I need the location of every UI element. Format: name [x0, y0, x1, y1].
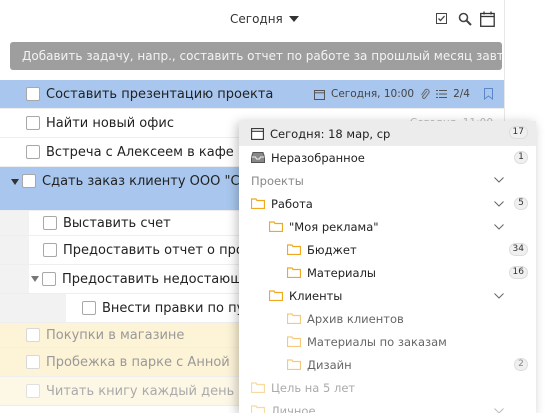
- task-checkbox[interactable]: [26, 87, 40, 101]
- dropdown-project-clients[interactable]: Клиенты: [239, 284, 536, 307]
- clients-label: Клиенты: [289, 288, 343, 303]
- materials-count: 16: [508, 266, 528, 279]
- folder-icon: [287, 359, 301, 370]
- task-checkbox[interactable]: [26, 116, 40, 130]
- materials-label: Материалы: [307, 265, 376, 280]
- folder-icon: [251, 198, 265, 209]
- calendar-icon[interactable]: [480, 11, 495, 27]
- order-materials-label: Материалы по заказам: [307, 334, 447, 349]
- my-ad-label: "Моя реклама": [289, 219, 379, 234]
- caret-down-icon: [288, 16, 299, 22]
- dropdown-project-materials[interactable]: Материалы 16: [239, 261, 536, 284]
- archive-label: Архив клиентов: [307, 311, 404, 326]
- chevron-down-icon[interactable]: [494, 224, 504, 230]
- subtask-count: 2/4: [453, 88, 470, 100]
- dropdown-project-budget[interactable]: Бюджет 34: [239, 238, 536, 261]
- dropdown-project-my-ad[interactable]: "Моя реклама": [239, 215, 536, 238]
- task-text: Пробежка в парке с Анной: [46, 354, 230, 370]
- projects-dropdown: Сегодня: 18 мар, ср 17 Неразобранное 1 П…: [239, 121, 536, 413]
- task-checkbox[interactable]: [43, 216, 57, 230]
- task-checkbox[interactable]: [26, 384, 40, 398]
- dropdown-project-work[interactable]: Работа 5: [239, 192, 536, 215]
- indent-bar: [0, 265, 29, 293]
- task-checkbox[interactable]: [43, 243, 57, 257]
- chevron-down-icon[interactable]: [494, 177, 504, 183]
- task-checkbox[interactable]: [22, 174, 36, 188]
- personal-label: Личное: [271, 403, 316, 413]
- folder-icon: [287, 244, 301, 255]
- task-checkbox[interactable]: [26, 145, 40, 159]
- task-row[interactable]: Составить презентацию проекта Сегодня, 1…: [0, 80, 504, 109]
- indent-bar: [0, 236, 29, 264]
- task-text: Выставить счет: [63, 215, 171, 231]
- folder-icon: [287, 336, 301, 347]
- top-bar: Сегодня: [0, 0, 504, 38]
- task-checkbox[interactable]: [82, 301, 96, 315]
- task-checkbox[interactable]: [26, 355, 40, 369]
- inbox-count: 1: [514, 151, 528, 164]
- folder-icon: [251, 405, 265, 413]
- folder-icon: [287, 313, 301, 324]
- goal-label: Цель на 5 лет: [271, 380, 356, 395]
- inbox-icon: [251, 152, 265, 163]
- checkbox-filter-icon[interactable]: [436, 12, 450, 26]
- dropdown-project-design[interactable]: Дизайн 2: [239, 353, 536, 376]
- calendar-icon: [251, 128, 264, 140]
- chevron-down-icon[interactable]: [494, 293, 504, 299]
- folder-icon: [269, 221, 283, 232]
- work-count: 5: [514, 197, 528, 210]
- task-text: Читать книгу каждый день: [46, 383, 235, 399]
- view-title: Сегодня: [230, 12, 283, 26]
- folder-icon: [269, 290, 283, 301]
- chevron-down-icon[interactable]: [494, 408, 504, 413]
- design-count: 2: [514, 358, 528, 371]
- add-task-placeholder: Добавить задачу, напр., составить отчет …: [22, 49, 502, 63]
- folder-icon: [251, 382, 265, 393]
- indent-bar: [0, 294, 66, 322]
- today-count: 17: [508, 126, 528, 139]
- folder-icon: [287, 267, 301, 278]
- dropdown-project-personal[interactable]: Личное: [239, 399, 536, 413]
- collapse-arrow-icon[interactable]: [31, 276, 39, 282]
- calendar-small-icon: [313, 89, 325, 100]
- paperclip-icon: [421, 88, 430, 99]
- dropdown-project-order-materials[interactable]: Материалы по заказам: [239, 330, 536, 353]
- search-icon[interactable]: [458, 12, 472, 26]
- bookmark-icon[interactable]: [484, 88, 493, 100]
- work-label: Работа: [271, 196, 313, 211]
- dropdown-project-goal[interactable]: Цель на 5 лет: [239, 376, 536, 399]
- dropdown-project-archive[interactable]: Архив клиентов: [239, 307, 536, 330]
- today-label: Сегодня: 18 мар, ср: [270, 126, 391, 141]
- task-due-date: Сегодня, 10:00: [330, 88, 415, 100]
- view-selector[interactable]: Сегодня: [230, 12, 299, 26]
- collapse-arrow-icon[interactable]: [11, 179, 19, 185]
- budget-label: Бюджет: [307, 242, 357, 257]
- inbox-label: Неразобранное: [271, 150, 365, 165]
- subtasks-icon: [436, 90, 448, 98]
- add-task-input[interactable]: Добавить задачу, напр., составить отчет …: [10, 42, 502, 70]
- task-text: Покупки в магазине: [46, 327, 185, 343]
- task-checkbox[interactable]: [26, 328, 40, 342]
- design-label: Дизайн: [307, 357, 352, 372]
- indent-bar: [0, 211, 29, 235]
- task-text: Найти новый офис: [46, 115, 174, 131]
- dropdown-today[interactable]: Сегодня: 18 мар, ср 17: [239, 121, 536, 146]
- budget-count: 34: [508, 243, 528, 256]
- dropdown-projects-header[interactable]: Проекты: [239, 169, 536, 192]
- task-checkbox[interactable]: [42, 272, 56, 286]
- task-text: Составить презентацию проекта: [46, 86, 274, 102]
- dropdown-inbox[interactable]: Неразобранное 1: [239, 146, 536, 169]
- projects-label: Проекты: [251, 173, 304, 188]
- chevron-down-icon[interactable]: [494, 201, 504, 207]
